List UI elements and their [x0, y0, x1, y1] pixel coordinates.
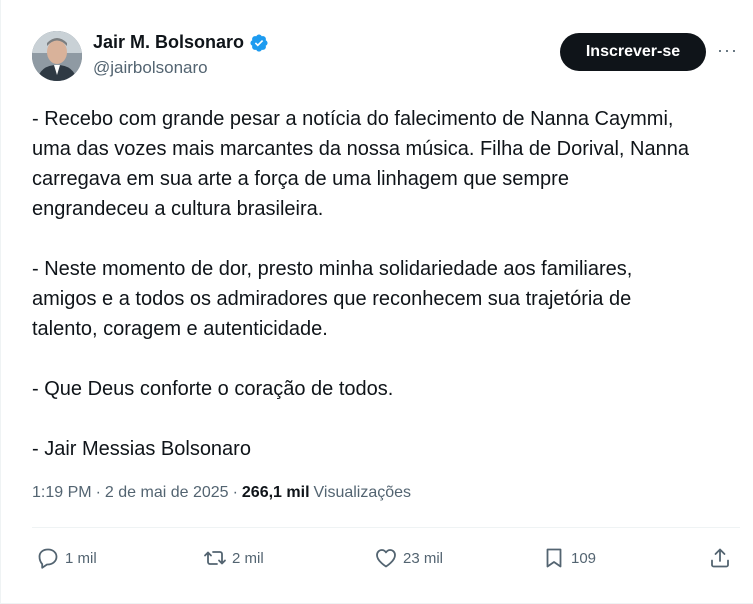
share-icon [711, 548, 729, 568]
follow-button[interactable]: Inscrever-se [560, 33, 706, 71]
bookmark-icon [546, 548, 562, 568]
text-line: carregava em sua arte a força de uma lin… [32, 168, 569, 190]
author-handle[interactable]: @jairbolsonaro [93, 58, 208, 78]
tweet-paragraph: - Jair Messias Bolsonaro [32, 434, 744, 464]
tweet-meta: 1:19 PM · 2 de mai de 2025 · 266,1 mil V… [32, 484, 411, 502]
repost-icon [204, 551, 226, 565]
text-line: - Que Deus conforte o coração de todos. [32, 378, 394, 400]
more-options-icon[interactable]: ··· [717, 40, 738, 61]
repost-count: 2 mil [232, 549, 264, 567]
like-button[interactable]: 23 mil [374, 540, 443, 576]
text-line: - Jair Messias Bolsonaro [32, 438, 251, 460]
tweet-paragraph: - Recebo com grande pesar a notícia do f… [32, 104, 744, 224]
text-line: engrandeceu a cultura brasileira. [32, 198, 324, 220]
text-line: talento, coragem e autenticidade. [32, 318, 328, 340]
bookmark-button[interactable]: 109 [542, 540, 596, 576]
views-count: 266,1 mil [241, 484, 310, 501]
tweet-time[interactable]: 1:19 PM [32, 484, 92, 502]
author-name-row: Jair M. Bolsonaro [93, 32, 269, 53]
meta-separator: · [232, 484, 238, 501]
reply-icon [38, 548, 58, 569]
text-line: amigos e a todos os admiradores que reco… [32, 288, 632, 310]
verified-badge-icon [249, 33, 269, 53]
views-label: Visualizações [313, 484, 412, 501]
tweet-paragraph: - Que Deus conforte o coração de todos. [32, 374, 744, 404]
tweet-text: - Recebo com grande pesar a notícia do f… [32, 104, 744, 464]
bookmark-count: 109 [571, 549, 597, 567]
share-button[interactable] [708, 540, 732, 576]
avatar[interactable] [32, 31, 82, 81]
text-line: - Neste momento de dor, presto minha sol… [32, 258, 633, 280]
action-bar: 1 mil 2 mil 23 mil 109 [32, 540, 740, 576]
like-count: 23 mil [403, 549, 444, 567]
reply-count: 1 mil [65, 549, 97, 567]
tweet-date[interactable]: 2 de mai de 2025 [105, 484, 229, 502]
reply-button[interactable]: 1 mil [36, 540, 97, 576]
heart-icon [376, 549, 396, 568]
author-display-name[interactable]: Jair M. Bolsonaro [93, 32, 244, 53]
avatar-image [32, 31, 82, 81]
tweet-card: Jair M. Bolsonaro @jairbolsonaro Inscrev… [0, 0, 753, 604]
text-line: - Recebo com grande pesar a notícia do f… [32, 108, 674, 130]
tweet-paragraph: - Neste momento de dor, presto minha sol… [32, 254, 744, 344]
meta-separator: · [95, 484, 101, 501]
divider [32, 527, 740, 528]
text-line: uma das vozes mais marcantes da nossa mú… [32, 138, 689, 160]
repost-button[interactable]: 2 mil [203, 540, 264, 576]
